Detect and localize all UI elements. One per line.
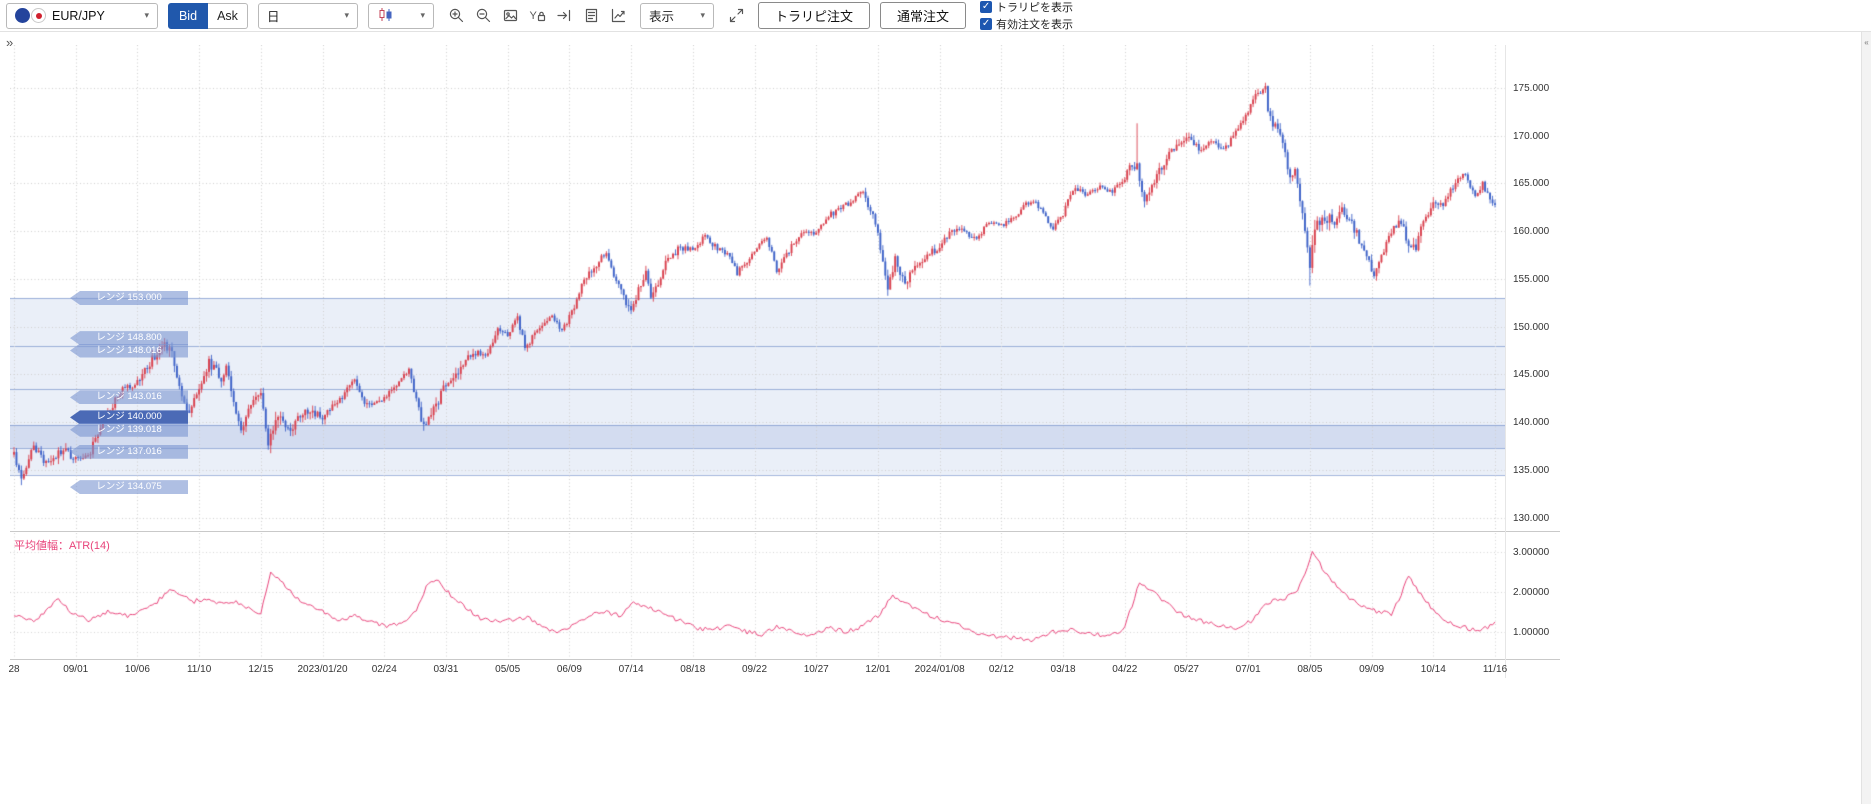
show-toraripi-checkbox[interactable]: ✓ トラリピを表示 bbox=[980, 0, 1073, 15]
price-tick-label: 170.000 bbox=[1513, 130, 1550, 142]
atr-tick-label: 1.00000 bbox=[1513, 627, 1550, 638]
price-tick-label: 145.000 bbox=[1513, 369, 1550, 381]
chart-region: » レンジ 153.000 レンジ 148.800 レンジ 148.016 レンジ 1… bbox=[0, 32, 1871, 804]
date-tick-label: 12/01 bbox=[865, 664, 891, 675]
range-flag[interactable]: レンジ 139.018 bbox=[70, 422, 188, 437]
right-panel-strip: « bbox=[1861, 32, 1871, 804]
display-select[interactable]: 表示 ▾ bbox=[640, 2, 714, 29]
date-tick-label: 2024/01/08 bbox=[914, 664, 965, 675]
date-tick-label: 07/01 bbox=[1235, 664, 1261, 675]
expand-right-panel-icon[interactable]: « bbox=[1864, 38, 1868, 47]
price-tick-label: 155.000 bbox=[1513, 273, 1550, 285]
timeframe-value: 日 bbox=[267, 10, 280, 24]
date-tick-label: 02/24 bbox=[371, 664, 397, 675]
date-tick-label: 10/14 bbox=[1420, 664, 1446, 675]
date-tick-label: 08/18 bbox=[680, 664, 706, 675]
zoom-out-icon[interactable] bbox=[471, 4, 495, 28]
indicator-icon[interactable] bbox=[606, 4, 630, 28]
display-checkboxes: ✓ トラリピを表示 ✓ 有効注文を表示 bbox=[980, 0, 1073, 32]
date-tick-label: 10/27 bbox=[803, 664, 829, 675]
date-tick-label: 03/18 bbox=[1050, 664, 1076, 675]
range-flag[interactable]: レンジ 137.016 bbox=[70, 444, 188, 459]
atr-tick-label: 2.00000 bbox=[1513, 587, 1550, 598]
atr-tick-label: 3.00000 bbox=[1513, 547, 1550, 558]
price-chart-canvas[interactable] bbox=[10, 45, 1505, 531]
zoom-in-icon[interactable] bbox=[444, 4, 468, 28]
checkbox-label: トラリピを表示 bbox=[996, 2, 1074, 14]
chart-toolbar: EUR/JPY ▾ Bid Ask 日 ▾ ▾ Y 表示 ▾ トラリピ注文 通常… bbox=[0, 0, 1871, 32]
date-tick-label: 05/27 bbox=[1173, 664, 1199, 675]
pair-label: EUR/JPY bbox=[52, 8, 105, 23]
date-tick-label: 11/16 bbox=[1482, 664, 1508, 675]
checkbox-checked-icon: ✓ bbox=[980, 18, 993, 30]
range-flag[interactable]: レンジ 148.800 bbox=[70, 331, 188, 346]
price-tick-label: 175.000 bbox=[1513, 82, 1550, 94]
price-tick-label: 140.000 bbox=[1513, 417, 1550, 429]
date-tick-label: 05/05 bbox=[495, 664, 521, 675]
axis-separator bbox=[1505, 45, 1506, 678]
range-flag[interactable]: レンジ 143.016 bbox=[70, 390, 188, 405]
jp-flag-icon bbox=[31, 8, 46, 23]
date-tick-label: 12/15 bbox=[248, 664, 274, 675]
range-flag[interactable]: レンジ 153.000 bbox=[70, 291, 188, 306]
price-tick-label: 150.000 bbox=[1513, 321, 1550, 333]
date-tick-label: 04/22 bbox=[1112, 664, 1138, 675]
date-tick-label: 2023/01/20 bbox=[297, 664, 348, 675]
ask-button[interactable]: Ask bbox=[208, 2, 248, 29]
capture-icon[interactable] bbox=[498, 4, 522, 28]
go-to-latest-icon[interactable] bbox=[552, 4, 576, 28]
panel-separator bbox=[10, 659, 1560, 660]
chevron-down-icon: ▾ bbox=[344, 10, 349, 20]
date-tick-label: 07/14 bbox=[618, 664, 644, 675]
price-tick-label: 130.000 bbox=[1513, 512, 1550, 524]
chart-type-select[interactable]: ▾ bbox=[368, 2, 434, 29]
timeframe-select[interactable]: 日 ▾ bbox=[258, 2, 358, 29]
show-active-orders-checkbox[interactable]: ✓ 有効注文を表示 bbox=[980, 16, 1073, 32]
date-tick-label: 11/10 bbox=[186, 664, 212, 675]
price-tick-label: 135.000 bbox=[1513, 464, 1550, 476]
pair-selector[interactable]: EUR/JPY ▾ bbox=[6, 2, 158, 29]
chevron-down-icon: ▾ bbox=[700, 10, 705, 20]
normal-order-button[interactable]: 通常注文 bbox=[880, 2, 967, 29]
display-value: 表示 bbox=[649, 10, 675, 24]
eu-flag-icon bbox=[15, 8, 30, 23]
range-flag[interactable]: レンジ 140.000 bbox=[70, 410, 188, 425]
range-flag[interactable]: レンジ 148.016 bbox=[70, 343, 188, 358]
bid-button[interactable]: Bid bbox=[168, 2, 208, 29]
price-tick-label: 160.000 bbox=[1513, 226, 1550, 238]
toraripi-order-button[interactable]: トラリピ注文 bbox=[758, 2, 871, 29]
atr-indicator-label: 平均値幅：ATR(14) bbox=[14, 540, 110, 552]
range-flag[interactable]: レンジ 134.075 bbox=[70, 480, 188, 495]
chart-tools: Y bbox=[444, 4, 630, 28]
date-tick-label: 02/12 bbox=[988, 664, 1014, 675]
date-tick-label: 09/09 bbox=[1359, 664, 1385, 675]
atr-chart-canvas[interactable] bbox=[10, 533, 1505, 659]
y-axis-lock-icon[interactable]: Y bbox=[525, 4, 549, 28]
checkbox-checked-icon: ✓ bbox=[980, 1, 993, 13]
date-tick-label: 28 bbox=[8, 664, 20, 675]
date-tick-label: 03/31 bbox=[433, 664, 459, 675]
fx-chart-app: EUR/JPY ▾ Bid Ask 日 ▾ ▾ Y 表示 ▾ トラリピ注文 通常… bbox=[0, 0, 1871, 804]
order-list-icon[interactable] bbox=[579, 4, 603, 28]
chevron-down-icon: ▾ bbox=[420, 10, 425, 20]
checkbox-label: 有効注文を表示 bbox=[996, 19, 1074, 31]
svg-text:Y: Y bbox=[529, 10, 537, 22]
panel-separator[interactable] bbox=[10, 531, 1560, 532]
expand-icon[interactable] bbox=[724, 4, 748, 28]
date-tick-label: 09/01 bbox=[63, 664, 89, 675]
chevron-down-icon: ▾ bbox=[144, 10, 149, 20]
date-tick-label: 08/05 bbox=[1297, 664, 1323, 675]
date-tick-label: 09/22 bbox=[741, 664, 768, 675]
date-tick-label: 06/09 bbox=[556, 664, 582, 675]
price-tick-label: 165.000 bbox=[1513, 178, 1550, 190]
bid-ask-toggle: Bid Ask bbox=[168, 2, 248, 29]
candlestick-icon bbox=[377, 7, 395, 25]
date-tick-label: 10/06 bbox=[124, 664, 150, 675]
